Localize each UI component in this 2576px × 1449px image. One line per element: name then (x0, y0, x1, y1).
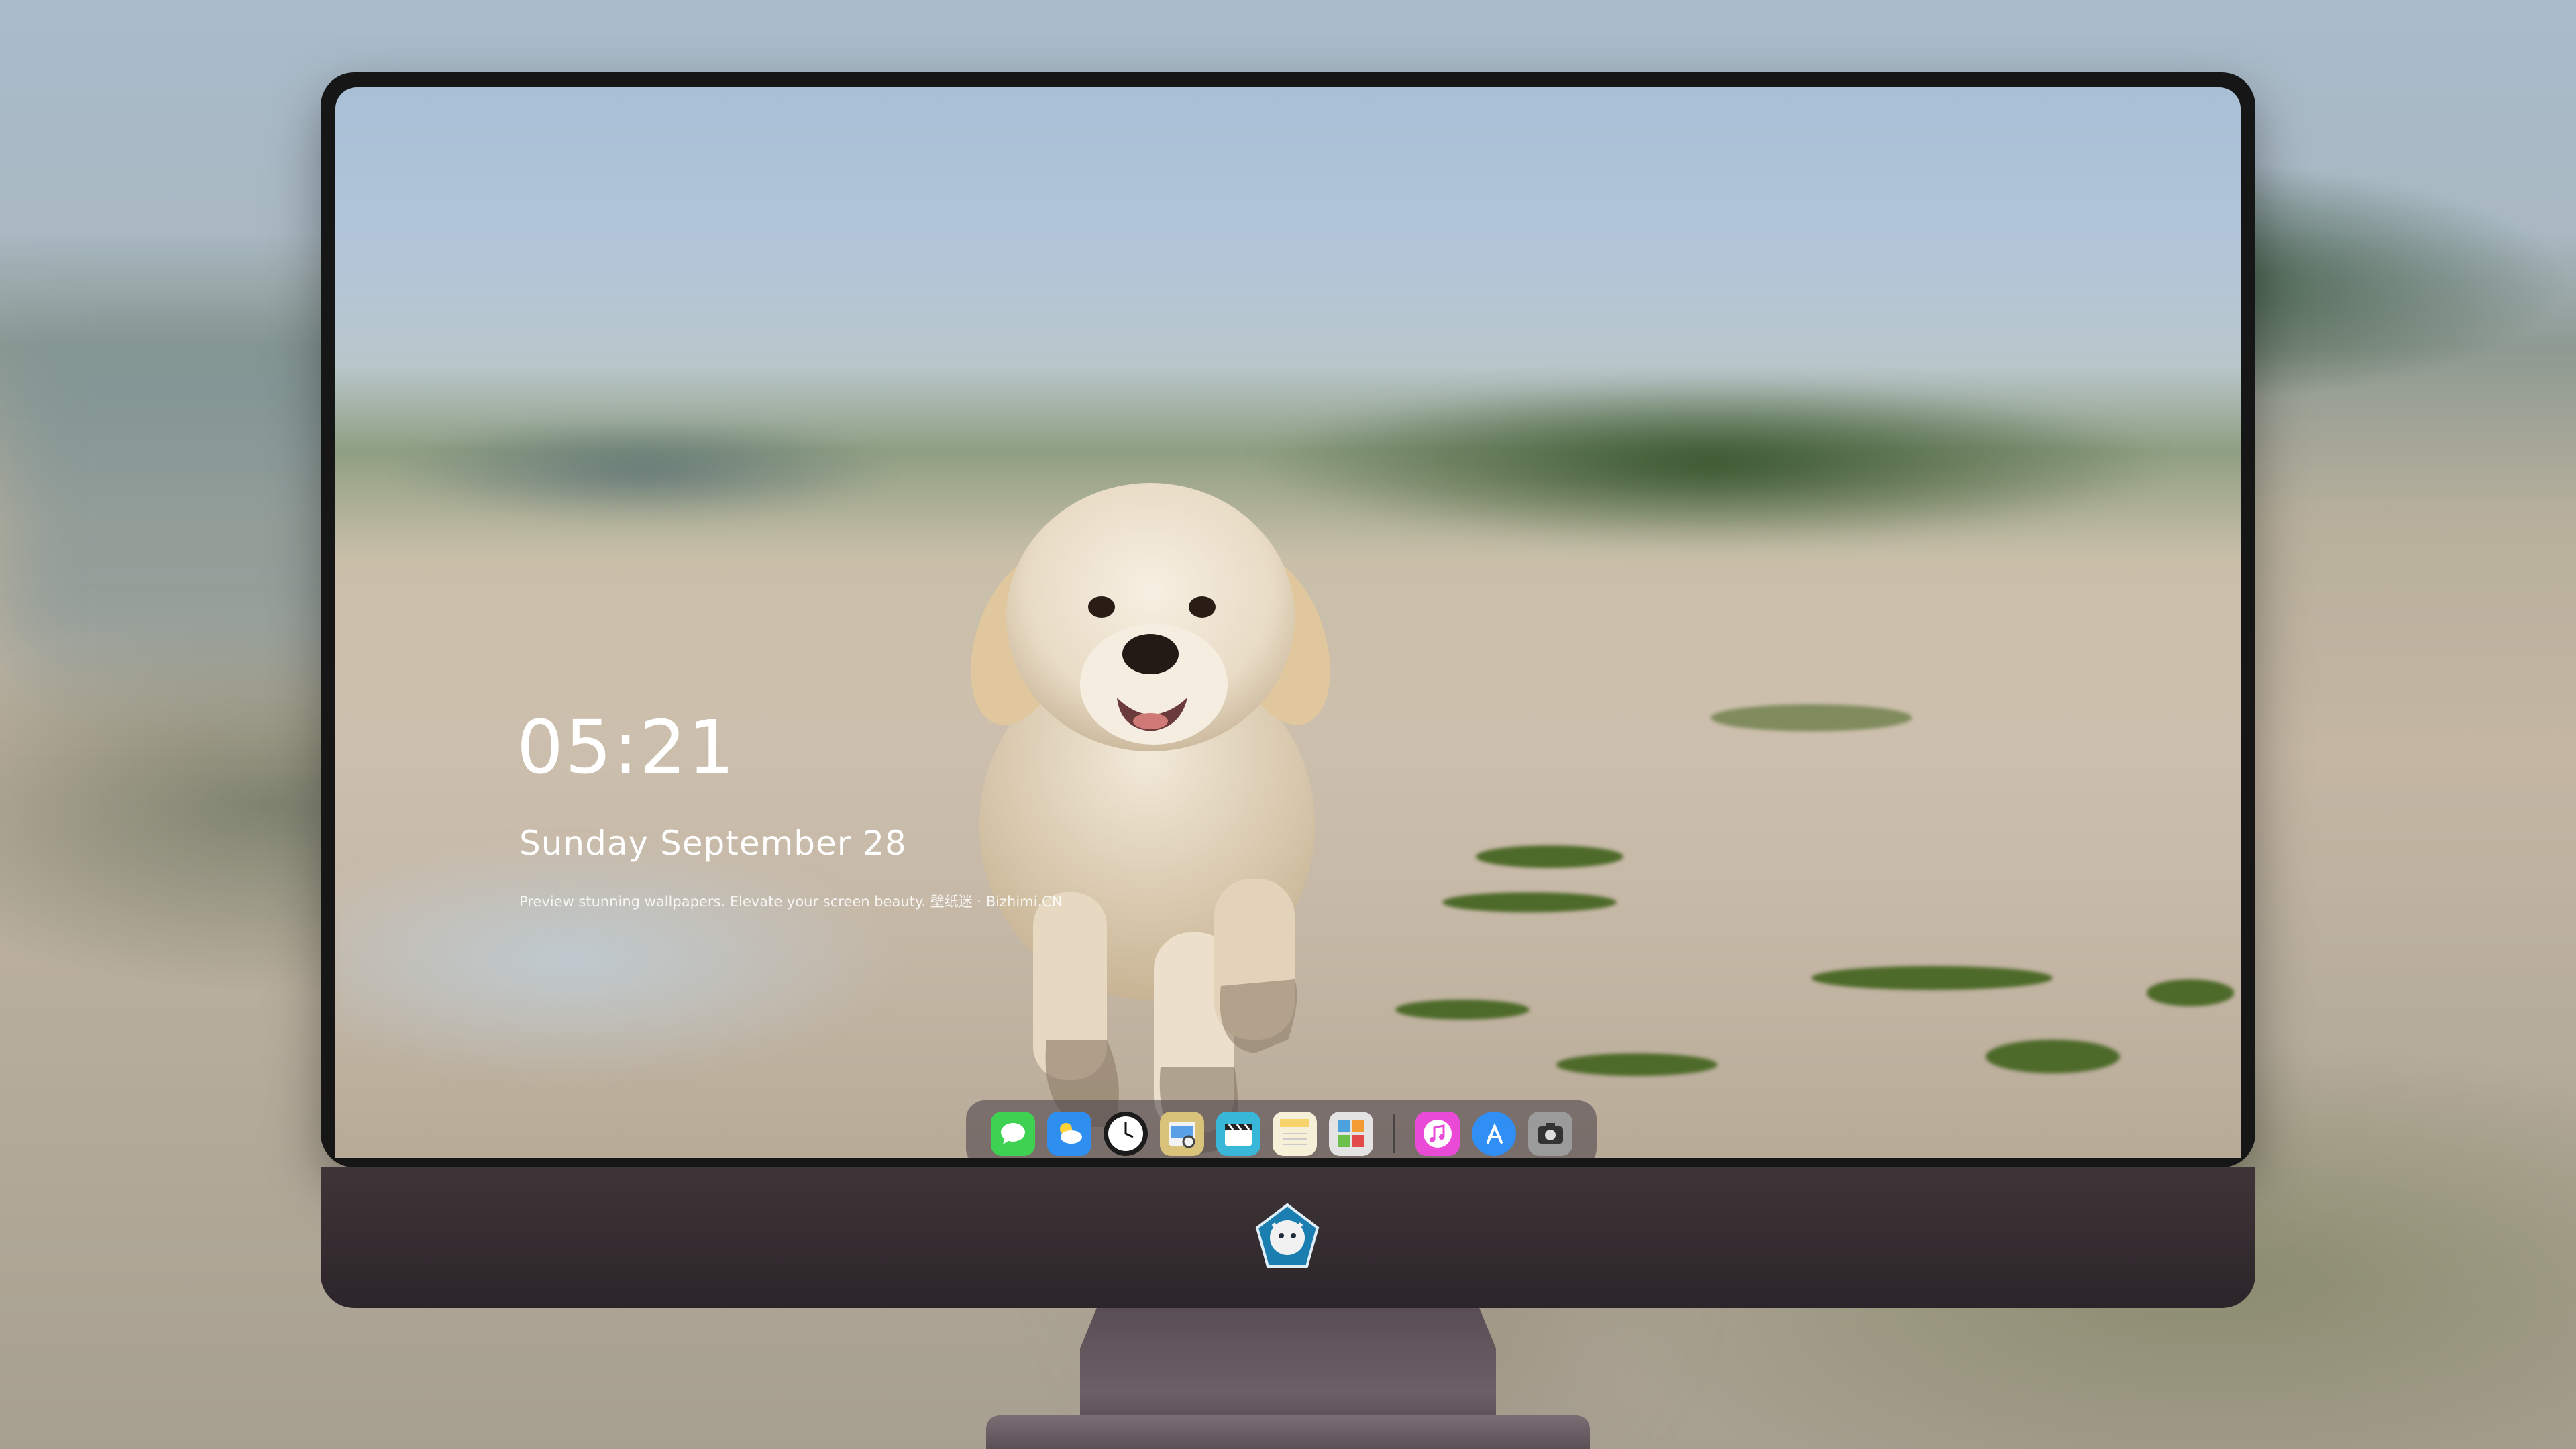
seaweed-patch (1986, 1040, 2120, 1073)
seaweed-patch (1442, 892, 1617, 912)
puppy-image (971, 483, 1330, 1154)
cat-mascot-logo-icon (1255, 1203, 1320, 1268)
monitor-stand-base (986, 1415, 1590, 1449)
weather-icon[interactable] (1046, 1112, 1091, 1156)
app-store-icon[interactable] (1471, 1112, 1516, 1156)
dock (966, 1100, 1597, 1158)
dock-separator (1393, 1114, 1395, 1153)
seaweed-patch (1711, 704, 1912, 731)
music-icon[interactable] (1415, 1112, 1460, 1156)
messages-icon[interactable] (990, 1112, 1035, 1156)
clapper-icon[interactable] (1216, 1112, 1260, 1156)
camera-icon[interactable] (1527, 1112, 1572, 1156)
seaweed-patch (1476, 845, 1623, 868)
clock-icon[interactable] (1103, 1112, 1148, 1156)
seaweed-patch (2147, 979, 2234, 1006)
preview-icon[interactable] (1159, 1112, 1204, 1156)
seaweed-patch (1395, 1000, 1529, 1020)
wallpaper-tagline: Preview stunning wallpapers. Elevate you… (519, 894, 1063, 910)
photo-booth-icon[interactable] (1328, 1112, 1373, 1156)
lock-screen-time: 05:21 (517, 704, 737, 790)
notes-icon[interactable] (1272, 1112, 1317, 1156)
seaweed-patch (1556, 1053, 1717, 1076)
distant-hills (335, 382, 979, 557)
seaweed-patch (1811, 966, 2053, 990)
lock-screen: 05:21 Sunday September 28 Preview stunni… (335, 87, 2241, 1158)
monitor-frame: 05:21 Sunday September 28 Preview stunni… (321, 72, 2255, 1167)
lock-screen-date: Sunday September 28 (519, 824, 907, 863)
